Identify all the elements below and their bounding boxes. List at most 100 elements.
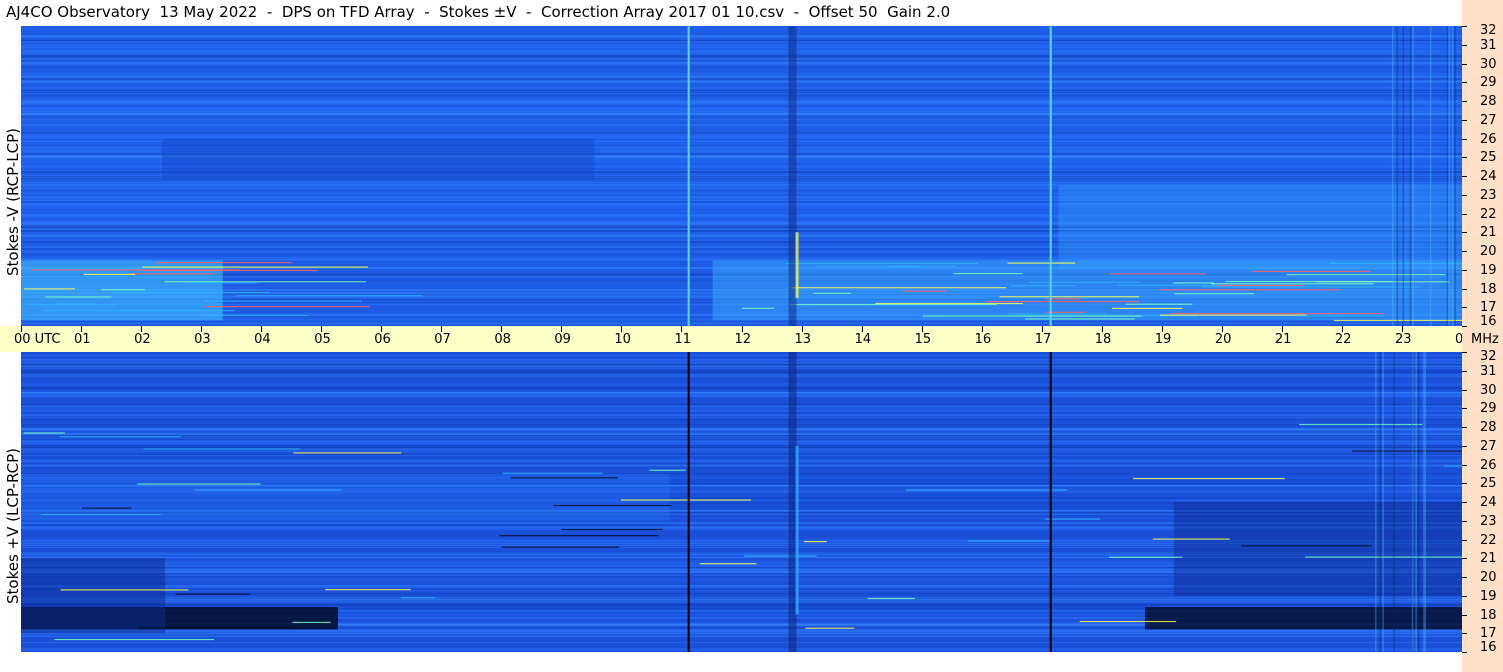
time-tick-label: 06: [374, 332, 391, 347]
noise-line: [21, 431, 1462, 434]
freq-tick-label: 18: [1480, 607, 1497, 623]
noise-line: [21, 122, 1462, 124]
noise-column: [1411, 352, 1414, 652]
emission-line: [1159, 289, 1341, 291]
freq-tick-label: 32: [1480, 23, 1497, 38]
emission-line: [205, 306, 370, 308]
noise-line: [21, 596, 1462, 598]
noise-column: [1454, 26, 1456, 326]
emission-line: [1329, 262, 1462, 264]
noise-line: [21, 377, 1462, 379]
data-gap-line: [687, 352, 690, 652]
freq-tick-label: 23: [1480, 513, 1497, 529]
freq-tick-label: 31: [1480, 37, 1497, 53]
freq-tick-label: 21: [1480, 225, 1497, 241]
noise-line: [21, 367, 1462, 369]
noise-column: [1375, 352, 1377, 652]
emission-line: [1211, 283, 1374, 285]
freq-tick-label: 20: [1480, 570, 1497, 585]
freq-tick-label: 24: [1480, 169, 1497, 184]
emission-line: [1010, 285, 1077, 287]
emission-line: [1174, 293, 1254, 295]
emission-line: [1117, 284, 1232, 287]
freq-tick-label: 17: [1480, 626, 1497, 642]
emission-line: [56, 303, 95, 305]
noise-line: [21, 405, 1462, 408]
time-tick-label: 21: [1274, 332, 1292, 347]
emission-line: [999, 296, 1140, 298]
noise-line: [21, 383, 1462, 385]
noise-line: [21, 66, 1462, 68]
freq-tick-mark: [1462, 614, 1467, 616]
noise-line: [21, 416, 1462, 418]
noise-line: [21, 95, 1462, 97]
noise-column: [1402, 26, 1405, 326]
noise-line: [21, 408, 1462, 409]
noise-line: [21, 47, 1462, 49]
noise-line: [21, 109, 1462, 112]
emission-line: [805, 627, 855, 629]
noise-column: [1429, 26, 1432, 326]
noise-line: [21, 414, 1462, 417]
noise-line: [21, 630, 1462, 633]
emission-line: [1125, 303, 1193, 305]
noise-line: [21, 53, 1462, 55]
freq-tick-label: 17: [1480, 300, 1497, 316]
time-tick-label: 22: [1334, 332, 1352, 347]
emission-line: [40, 513, 161, 516]
emission-line: [325, 589, 411, 591]
time-tick-label: 18: [1094, 332, 1112, 347]
emission-line: [510, 477, 618, 479]
freq-tick-mark: [1462, 232, 1467, 234]
noise-column: [1417, 352, 1420, 652]
freq-tick-mark: [1462, 483, 1467, 485]
noise-line: [21, 430, 1462, 432]
freq-tick-mark: [1462, 26, 1467, 27]
emission-line: [24, 288, 75, 290]
noise-line: [21, 450, 1462, 453]
data-gap-line: [1049, 26, 1052, 326]
freq-tick-mark: [1462, 502, 1467, 503]
noise-column: [1448, 26, 1450, 326]
noise-line: [21, 382, 1462, 384]
emission-line: [1152, 538, 1230, 540]
top-panel-label: Stokes -V (RCP-LCP): [4, 128, 22, 276]
freq-tick-mark: [1462, 269, 1467, 271]
emission-line: [1202, 286, 1420, 288]
emission-line: [816, 265, 956, 267]
emission-line: [1025, 318, 1135, 320]
emission-line: [204, 300, 362, 302]
emission-line: [867, 597, 915, 600]
freq-tick-mark: [1462, 464, 1467, 466]
noise-line: [21, 183, 1462, 185]
emission-column: [795, 232, 799, 298]
freq-tick-mark: [1462, 326, 1467, 327]
noise-line: [21, 648, 1462, 651]
spectrogram-top: [21, 26, 1462, 326]
noise-line: [21, 107, 1462, 110]
freq-tick-label: 16: [1480, 640, 1497, 655]
emission-line: [1028, 281, 1141, 283]
emission-line: [905, 489, 1068, 491]
emission-line: [1044, 518, 1100, 520]
noise-line: [21, 600, 1462, 602]
data-gap-line: [1049, 352, 1052, 652]
emission-line: [1173, 282, 1214, 284]
freq-tick-label: 29: [1480, 401, 1497, 417]
emission-line: [744, 555, 817, 557]
spectrogram-bottom: [21, 352, 1462, 652]
freq-tick-mark: [1462, 408, 1467, 410]
noise-line: [21, 453, 1462, 456]
time-tick-label: 08: [494, 332, 511, 347]
emission-column: [795, 445, 799, 615]
freq-tick-label: 26: [1480, 457, 1497, 473]
freq-tick-label: 30: [1480, 56, 1497, 72]
dark-band: [1144, 607, 1462, 630]
emission-line: [120, 309, 211, 312]
emission-line: [156, 262, 292, 264]
emission-line: [1170, 312, 1385, 315]
noise-line: [21, 473, 1462, 474]
emission-line: [502, 472, 603, 474]
noise-line: [21, 56, 1462, 59]
freq-tick-mark: [1462, 119, 1467, 121]
